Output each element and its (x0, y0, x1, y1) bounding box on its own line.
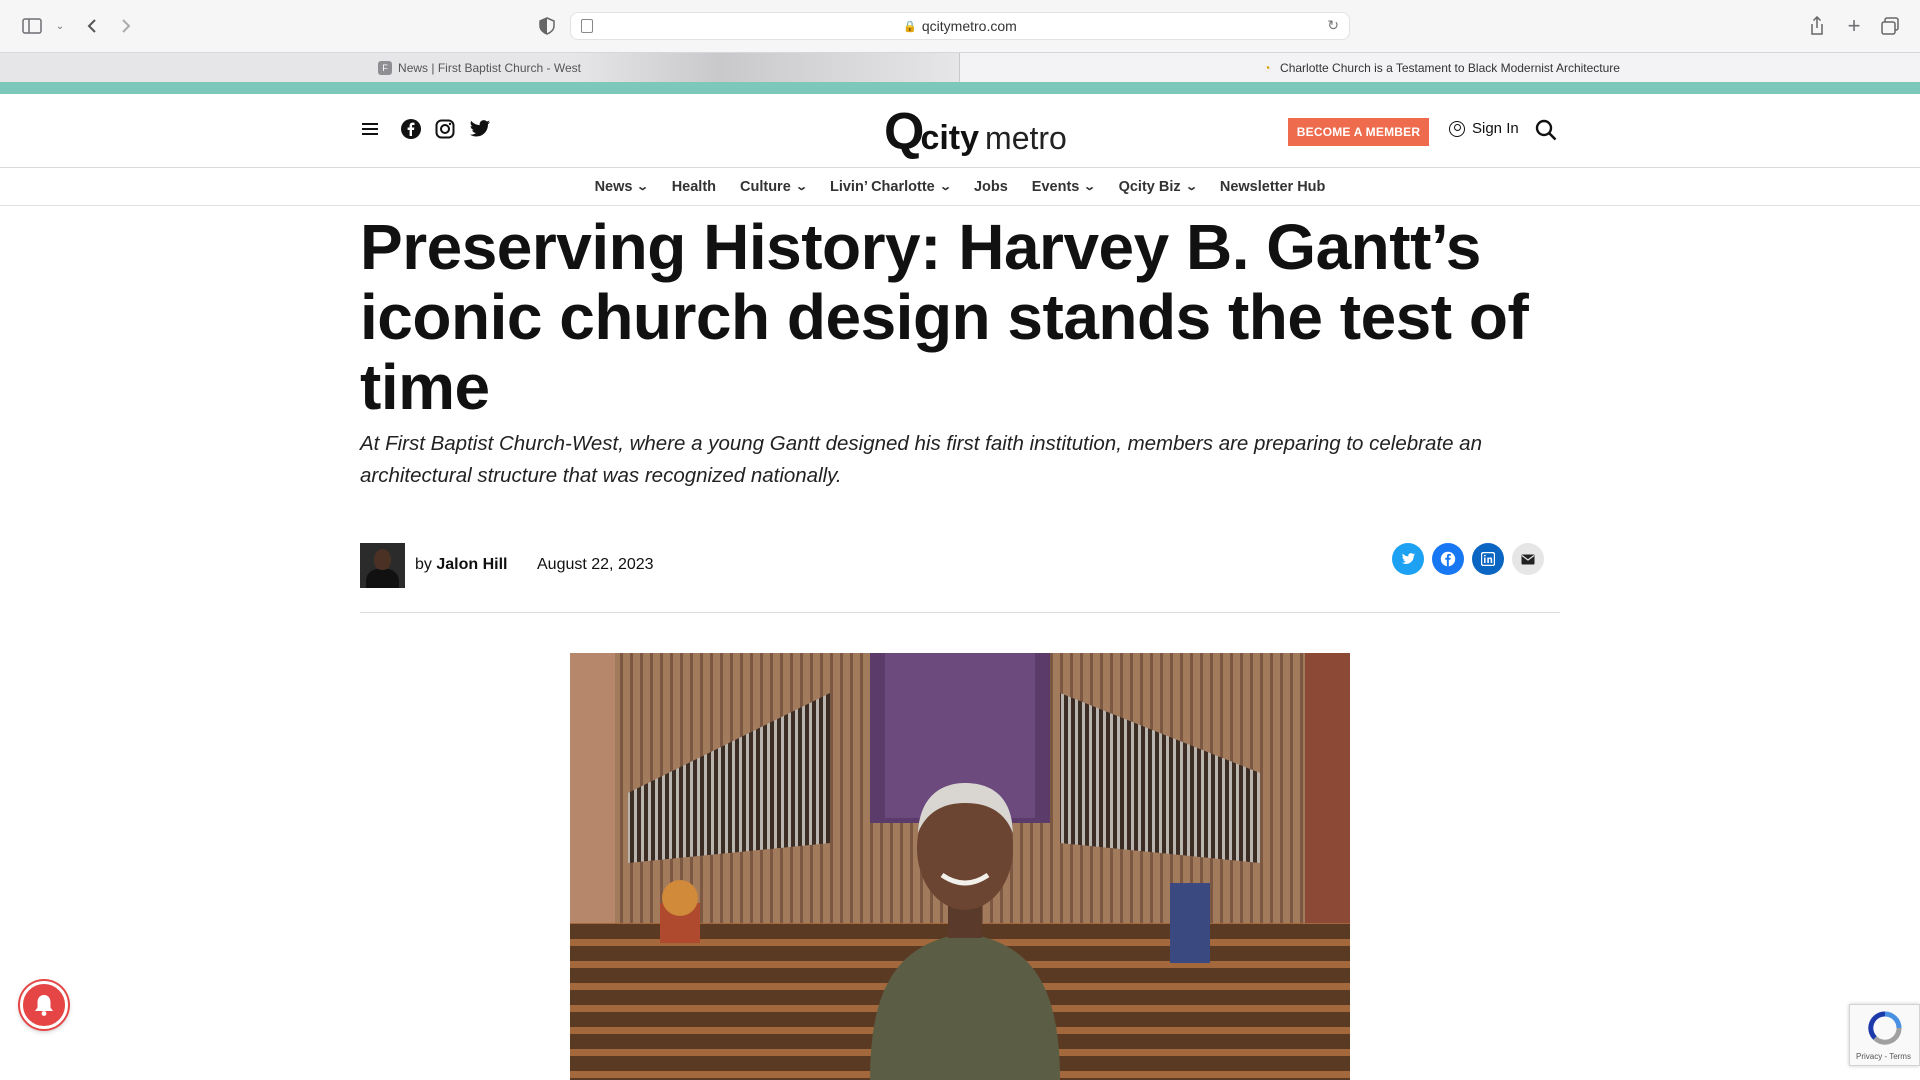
nav-item-livin-charlotte[interactable]: Livin’ Charlotte ⌄ (830, 179, 952, 195)
url-text: qcitymetro.com (921, 18, 1017, 34)
page-icon (581, 19, 593, 33)
sidebar-toggle-icon[interactable] (20, 14, 44, 38)
user-icon (1449, 120, 1465, 137)
search-icon[interactable] (1535, 119, 1557, 141)
tab-group-chevron-icon[interactable]: ⌄ (48, 14, 72, 38)
tab-overview-icon[interactable] (1878, 14, 1902, 38)
forward-icon[interactable] (114, 14, 138, 38)
privacy-shield-icon[interactable] (535, 14, 559, 38)
tab-bar: F News | First Baptist Church - West ◔ C… (0, 52, 1920, 82)
chevron-down-icon: ⌄ (636, 181, 650, 193)
nav-item-jobs[interactable]: Jobs (974, 179, 1008, 195)
article-dek: At First Baptist Church-West, where a yo… (360, 432, 1482, 487)
tab-favicon-q-icon: ◔ (1263, 60, 1271, 75)
logo-city: city (920, 119, 980, 157)
recaptcha-links[interactable]: Privacy - Terms (1856, 1052, 1911, 1061)
lock-icon: 🔒 (903, 20, 917, 33)
back-icon[interactable] (80, 14, 104, 38)
chevron-down-icon: ⌄ (1083, 181, 1097, 193)
main-nav: News ⌄ Health Culture ⌄ Livin’ Charlotte ⌄ … (0, 168, 1920, 206)
reload-icon[interactable]: ↻ (1327, 17, 1339, 34)
become-member-button[interactable]: BECOME A MEMBER (1288, 118, 1429, 146)
recaptcha-icon (1868, 1011, 1902, 1045)
logo-metro: metro (985, 120, 1067, 156)
nav-item-newsletter-hub[interactable]: Newsletter Hub (1220, 179, 1326, 195)
byline: by Jalon Hill August 22, 2023 (360, 543, 1560, 613)
author-name[interactable]: Jalon Hill (436, 556, 507, 573)
linkedin-share-icon[interactable] (1472, 543, 1504, 575)
recaptcha-badge[interactable]: Privacy - Terms (1849, 1004, 1920, 1066)
facebook-icon[interactable] (401, 119, 421, 139)
nav-item-qcity-biz[interactable]: Qcity Biz ⌄ (1119, 179, 1198, 195)
tab-favicon: F (378, 60, 393, 75)
share-icon[interactable] (1805, 14, 1829, 38)
instagram-icon[interactable] (435, 119, 455, 139)
tab-charlotte-church[interactable]: ◔ Charlotte Church is a Testament to Bla… (960, 53, 1920, 82)
new-tab-icon[interactable]: + (1842, 13, 1866, 38)
qcity-metro-logo[interactable]: Q city metro (884, 103, 1067, 161)
notification-bell-button[interactable] (20, 981, 68, 1029)
chevron-down-icon: ⌄ (1184, 181, 1198, 193)
bell-icon (35, 995, 53, 1016)
author-line: by Jalon Hill (415, 556, 507, 574)
twitter-icon[interactable] (469, 119, 491, 139)
top-accent-band (0, 82, 1920, 94)
facebook-share-icon[interactable] (1432, 543, 1464, 575)
tab-first-baptist[interactable]: F News | First Baptist Church - West (0, 53, 960, 82)
site-header: Q city metro BECOME A MEMBER Sign In (0, 94, 1920, 168)
address-bar[interactable]: 🔒 qcitymetro.com ↻ (570, 12, 1350, 40)
sign-in-label: Sign In (1472, 120, 1519, 137)
tab-label: News | First Baptist Church - West (398, 60, 581, 75)
menu-icon[interactable] (362, 123, 378, 135)
twitter-share-icon[interactable] (1392, 543, 1424, 575)
nav-item-news[interactable]: News ⌄ (595, 179, 650, 195)
publish-date: August 22, 2023 (537, 556, 654, 573)
nav-item-events[interactable]: Events ⌄ (1032, 179, 1097, 195)
logo-q: Q (884, 103, 924, 161)
article-hero-image[interactable] (570, 653, 1350, 1080)
article-headline: Preserving History: Harvey B. Gantt’s ic… (360, 211, 1529, 423)
chevron-down-icon: ⌄ (794, 181, 808, 193)
tab-label: Charlotte Church is a Testament to Black… (1280, 60, 1620, 75)
sign-in-link[interactable]: Sign In (1449, 120, 1519, 137)
chevron-down-icon: ⌄ (938, 181, 952, 193)
browser-toolbar: ⌄ 🔒 qcitymetro.com ↻ + (0, 0, 1920, 52)
nav-item-health[interactable]: Health (672, 179, 716, 195)
author-avatar[interactable] (360, 543, 405, 588)
by-prefix: by (415, 556, 432, 573)
email-share-icon[interactable] (1512, 543, 1544, 575)
nav-item-culture[interactable]: Culture ⌄ (740, 179, 808, 195)
